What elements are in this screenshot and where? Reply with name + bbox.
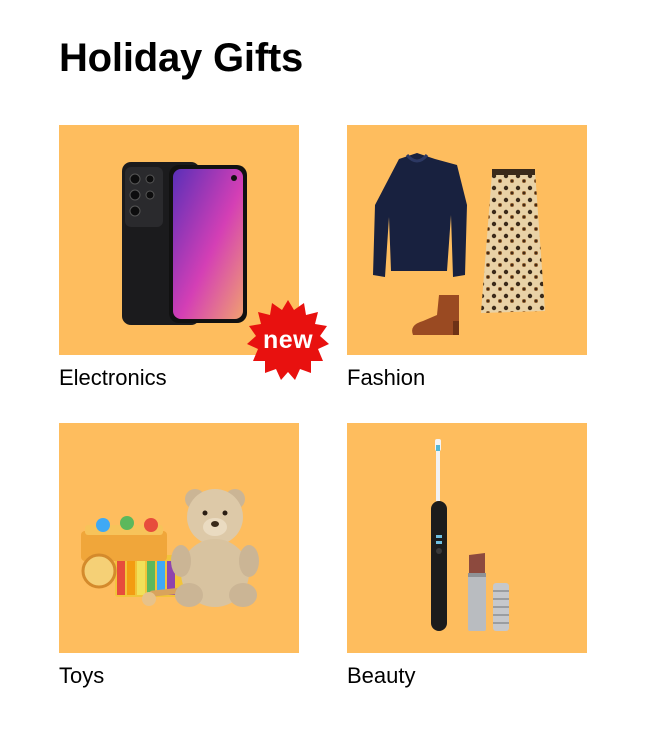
sweater-skirt-boot-image	[373, 153, 545, 335]
category-label-fashion[interactable]: Fashion	[347, 365, 425, 391]
page-title: Holiday Gifts	[59, 36, 304, 80]
new-badge-label: new	[262, 325, 314, 354]
new-badge: new	[245, 297, 331, 383]
category-card-toys[interactable]: Toys	[59, 423, 299, 688]
category-card-fashion[interactable]: Fashion	[347, 125, 587, 390]
toothbrush-lipstick-image	[431, 439, 509, 631]
category-label-electronics[interactable]: Electronics	[59, 365, 167, 391]
teddy-bear-xylophone-image	[81, 489, 259, 607]
category-card-beauty[interactable]: Beauty	[347, 423, 587, 688]
category-image-fashion[interactable]	[347, 125, 587, 355]
category-card-electronics[interactable]: new Electronics	[59, 125, 329, 390]
category-image-electronics[interactable]: new	[59, 125, 329, 380]
category-label-toys[interactable]: Toys	[59, 663, 104, 689]
category-label-beauty[interactable]: Beauty	[347, 663, 416, 689]
category-image-beauty[interactable]	[347, 423, 587, 653]
category-image-toys[interactable]	[59, 423, 299, 653]
